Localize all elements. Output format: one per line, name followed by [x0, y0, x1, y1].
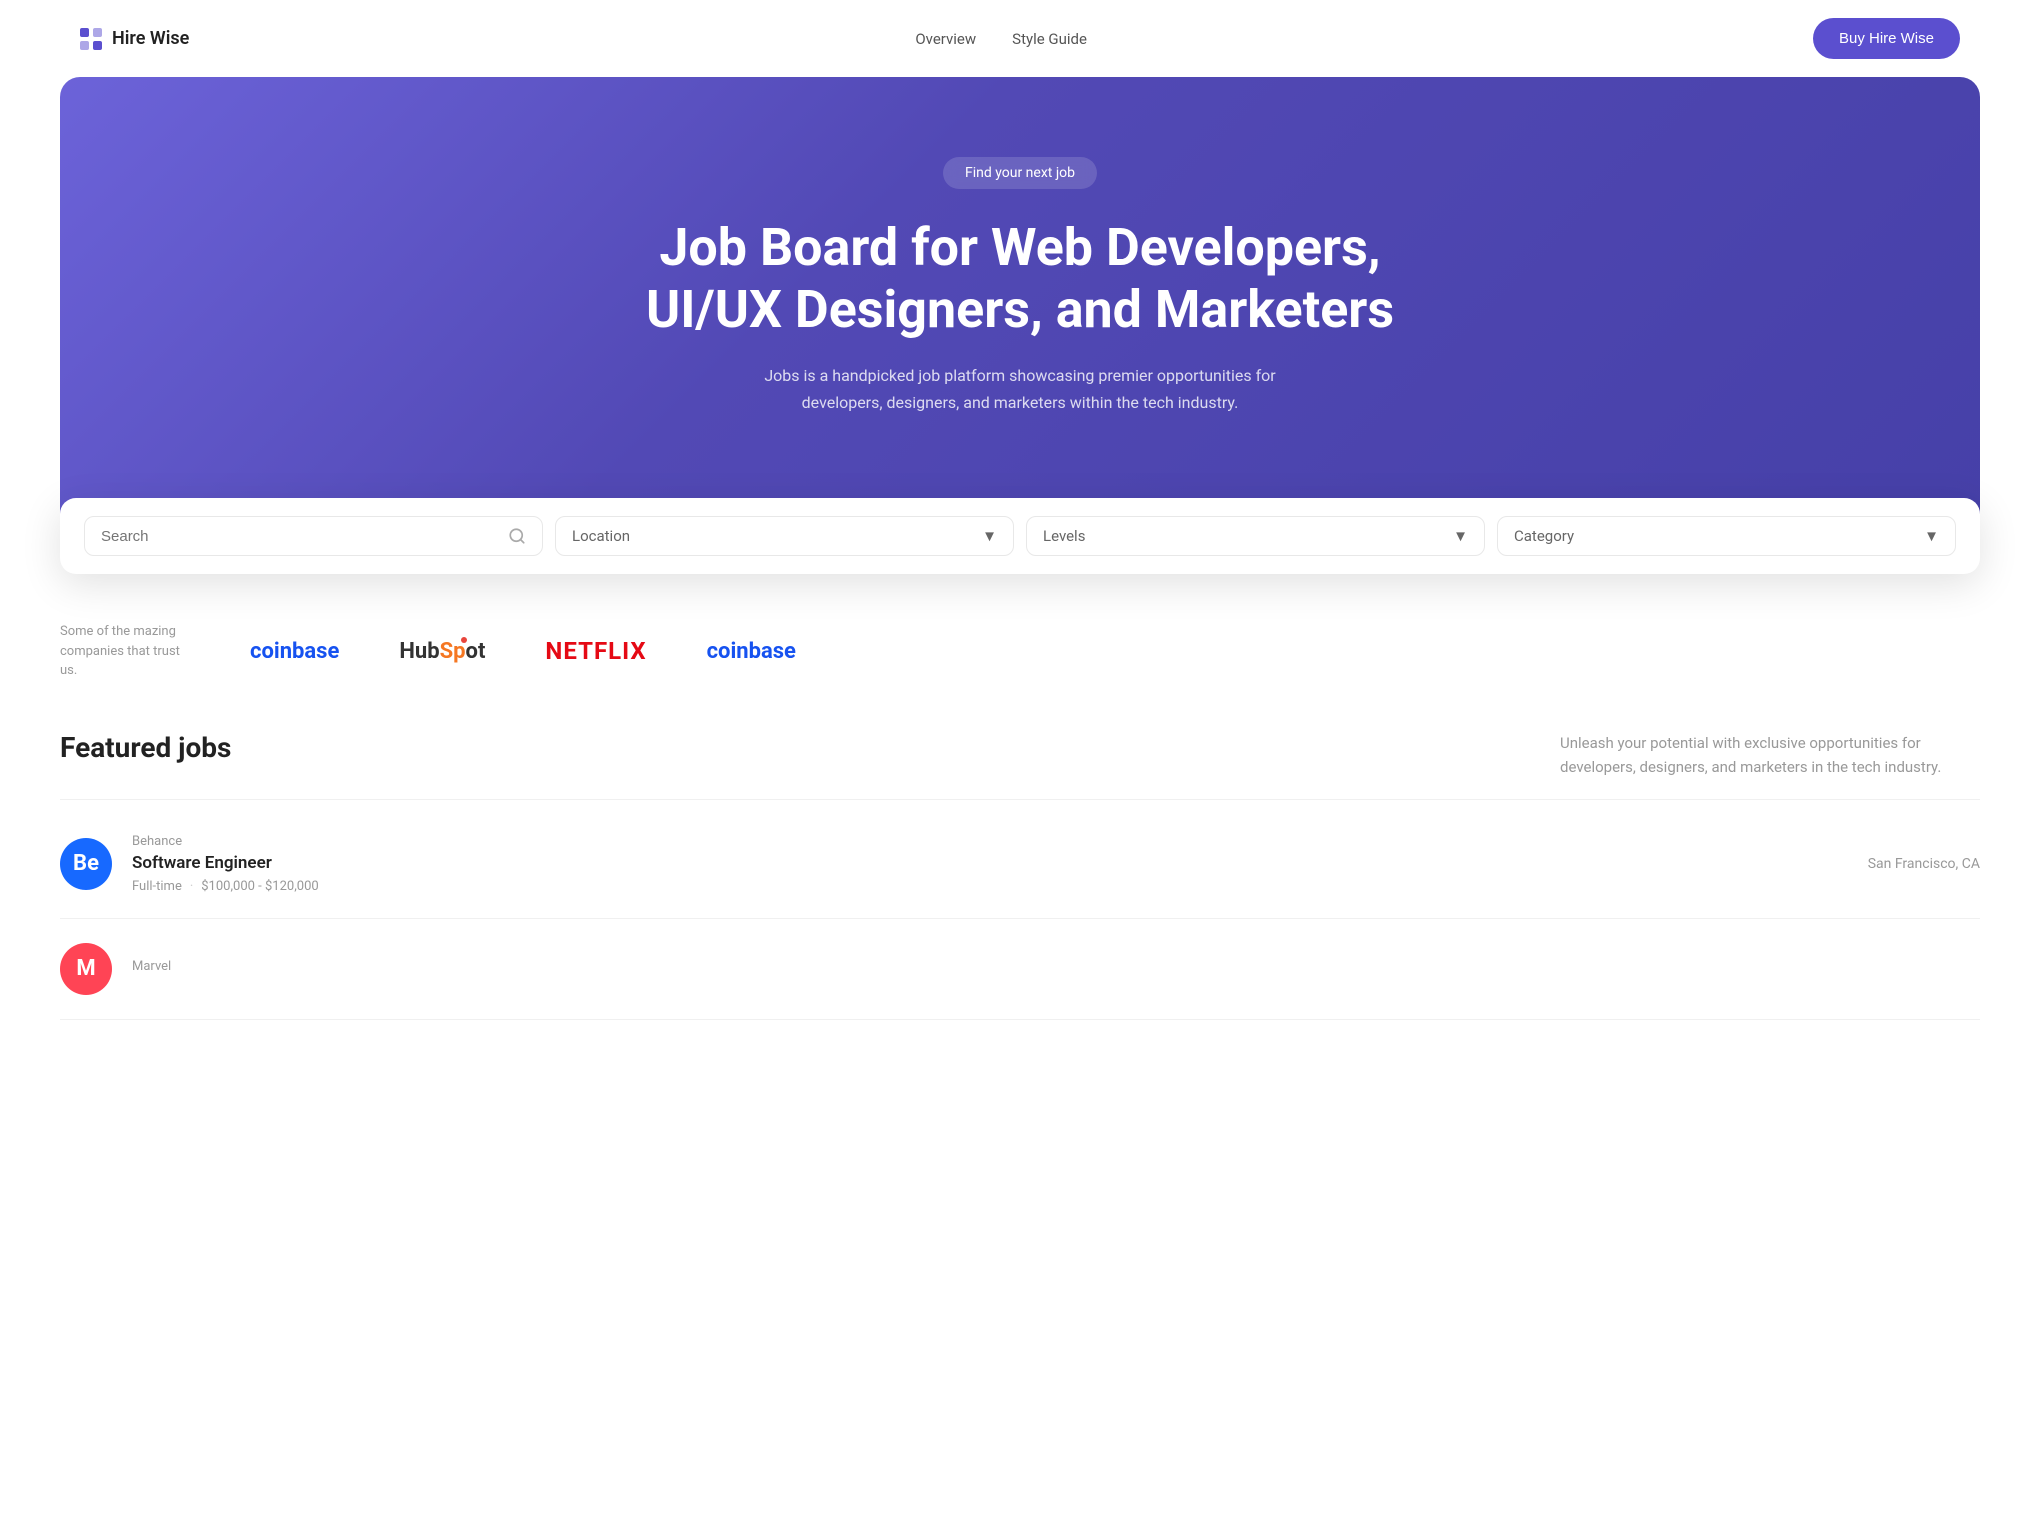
job-item[interactable]: M Marvel — [60, 919, 1980, 1020]
job-title: Software Engineer — [132, 853, 319, 873]
company-name: Behance — [132, 834, 319, 849]
levels-select[interactable]: Levels ▼ — [1026, 516, 1485, 556]
job-meta: Full-time · $100,000 - $120,000 — [132, 879, 319, 894]
netflix-logo: NETFLIX — [545, 637, 646, 665]
job-location: San Francisco, CA — [1868, 856, 1980, 872]
buy-button[interactable]: Buy Hire Wise — [1813, 18, 1960, 59]
avatar: M — [60, 943, 112, 995]
hubspot-logo: HubSpot — [399, 639, 485, 664]
job-item[interactable]: Be Behance Software Engineer Full-time ·… — [60, 810, 1980, 919]
job-left: M Marvel — [60, 943, 171, 995]
logo-icon — [80, 28, 102, 50]
featured-description: Unleash your potential with exclusive op… — [1560, 731, 1980, 779]
separator: · — [190, 879, 193, 894]
job-type: Full-time — [132, 879, 182, 894]
coinbase-logo: coinbase — [250, 639, 339, 664]
chevron-down-icon: ▼ — [982, 527, 997, 545]
trusted-label: Some of the mazing companies that trust … — [60, 622, 190, 681]
logo[interactable]: Hire Wise — [80, 28, 189, 50]
location-select[interactable]: Location ▼ — [555, 516, 1014, 556]
chevron-down-icon: ▼ — [1924, 527, 1939, 545]
nav-style-guide[interactable]: Style Guide — [1012, 30, 1087, 48]
hero-section: Find your next job Job Board for Web Dev… — [60, 77, 1980, 536]
coinbase-logo-2: coinbase — [707, 639, 796, 664]
search-input-wrap[interactable] — [84, 516, 543, 556]
nav-overview[interactable]: Overview — [915, 30, 976, 48]
logo-text: Hire Wise — [112, 28, 189, 49]
featured-header: Featured jobs Unleash your potential wit… — [60, 731, 1980, 800]
nav-links: Overview Style Guide — [915, 30, 1087, 48]
job-left: Be Behance Software Engineer Full-time ·… — [60, 834, 319, 894]
search-bar-wrap: Location ▼ Levels ▼ Category ▼ — [60, 498, 1980, 574]
job-info: Behance Software Engineer Full-time · $1… — [132, 834, 319, 894]
hero-description: Jobs is a handpicked job platform showca… — [750, 362, 1290, 416]
trusted-companies: Some of the mazing companies that trust … — [60, 612, 1980, 731]
search-bar: Location ▼ Levels ▼ Category ▼ — [60, 498, 1980, 574]
category-select[interactable]: Category ▼ — [1497, 516, 1956, 556]
hero-badge: Find your next job — [943, 157, 1097, 189]
chevron-down-icon: ▼ — [1453, 527, 1468, 545]
navbar: Hire Wise Overview Style Guide Buy Hire … — [0, 0, 2040, 77]
search-input[interactable] — [101, 528, 498, 545]
featured-title: Featured jobs — [60, 731, 231, 764]
companies-list: coinbase HubSpot NETFLIX coinbase — [250, 637, 796, 665]
featured-section: Featured jobs Unleash your potential wit… — [60, 731, 1980, 1080]
search-icon — [508, 527, 526, 545]
job-salary: $100,000 - $120,000 — [201, 879, 318, 894]
job-info: Marvel — [132, 959, 171, 978]
avatar: Be — [60, 838, 112, 890]
company-name: Marvel — [132, 959, 171, 974]
hero-title: Job Board for Web Developers,UI/UX Desig… — [100, 217, 1940, 342]
